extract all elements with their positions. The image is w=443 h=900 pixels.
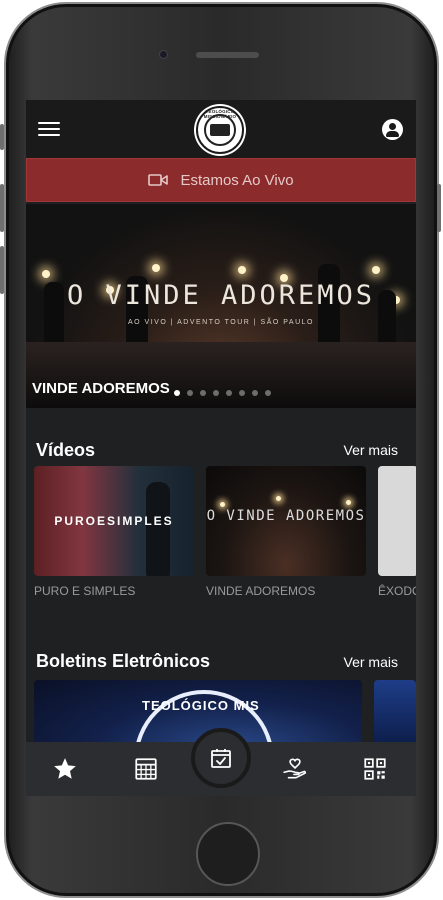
app-bar: TEOLÓGICO MISSIONÁRIO	[26, 100, 416, 158]
carousel-dot[interactable]	[200, 390, 206, 396]
stage-light	[346, 500, 351, 505]
bulletins-see-more-link[interactable]: Ver mais	[344, 654, 398, 670]
stage-floor	[26, 342, 416, 408]
stage-light	[42, 270, 50, 278]
video-camera-icon	[148, 174, 169, 186]
carousel-dot[interactable]	[226, 390, 232, 396]
bulletin-thumb-text: TEOLÓGICO MIS	[142, 698, 260, 713]
videos-section-title: Vídeos	[36, 440, 96, 460]
singer-silhouette	[146, 482, 170, 576]
carousel-dot[interactable]	[213, 390, 219, 396]
carousel-dot[interactable]	[174, 390, 180, 396]
stage-light	[220, 502, 225, 507]
account-circle-icon[interactable]	[382, 119, 403, 140]
earpiece-speaker	[196, 52, 259, 58]
video-thumb-text: O VINDE ADOREMOS	[206, 508, 366, 524]
logo-emblem-icon	[204, 114, 236, 146]
stage-light	[276, 496, 281, 501]
video-card-label[interactable]: ÊXODO	[378, 584, 416, 598]
carousel-dot[interactable]	[252, 390, 258, 396]
stage-light	[372, 266, 380, 274]
book-icon	[210, 124, 230, 136]
power-button	[437, 184, 441, 232]
carousel-dots	[174, 390, 271, 396]
volume-up-button	[0, 184, 4, 232]
home-button[interactable]	[196, 822, 260, 886]
front-camera	[159, 50, 168, 59]
hero-subtitle: AO VIVO | ADVENTO TOUR | SÃO PAULO	[128, 319, 314, 326]
live-label: Estamos Ao Vivo	[180, 171, 294, 189]
star-icon[interactable]	[52, 756, 78, 782]
calendar-check-icon[interactable]	[191, 728, 251, 788]
hamburger-menu-icon[interactable]	[38, 122, 60, 138]
qr-code-icon[interactable]	[362, 756, 388, 782]
app-screen: TEOLÓGICO MISSIONÁRIO Estamos Ao Vivo O …	[26, 100, 416, 796]
volume-down-button	[0, 246, 4, 294]
video-card-thumbnail[interactable]	[378, 466, 416, 576]
carousel-dot[interactable]	[239, 390, 245, 396]
carousel-dot[interactable]	[187, 390, 193, 396]
carousel-dot[interactable]	[265, 390, 271, 396]
video-thumb-text: PUROESIMPLES	[54, 514, 174, 528]
bulletins-section-title: Boletins Eletrônicos	[36, 651, 211, 671]
stage-light	[152, 264, 160, 272]
videos-carousel: PUROESIMPLES PURO E SIMPLES O VINDE ADOR…	[34, 466, 416, 606]
stage-light	[238, 266, 246, 274]
video-card-thumbnail[interactable]: O VINDE ADOREMOS	[206, 466, 366, 576]
video-card-label[interactable]: VINDE ADOREMOS	[206, 584, 315, 598]
hand-heart-icon[interactable]	[282, 756, 308, 782]
video-card-thumbnail[interactable]: PUROESIMPLES	[34, 466, 194, 576]
video-card-label[interactable]: PURO E SIMPLES	[34, 584, 135, 598]
videos-see-more-link[interactable]: Ver mais	[344, 442, 398, 458]
hero-caption: VINDE ADOREMOS	[32, 380, 170, 397]
hero-carousel[interactable]: O VINDE ADOREMOS AO VIVO | ADVENTO TOUR …	[26, 204, 416, 408]
hero-title: O VINDE ADOREMOS	[66, 280, 376, 311]
church-logo: TEOLÓGICO MISSIONÁRIO	[196, 106, 244, 154]
live-banner-button[interactable]: Estamos Ao Vivo	[26, 158, 416, 202]
mute-switch	[0, 124, 4, 150]
bulletin-card[interactable]	[374, 680, 416, 750]
calendar-grid-icon[interactable]	[133, 756, 159, 782]
